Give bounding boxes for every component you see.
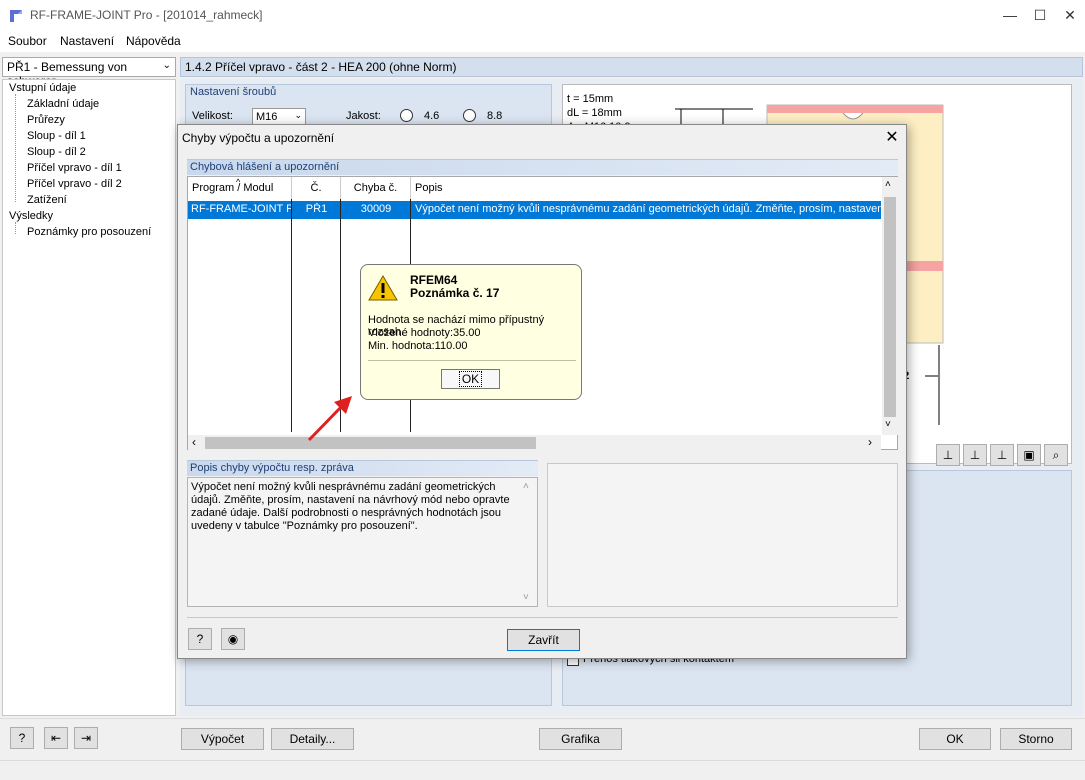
eye-icon[interactable]: ◉ — [221, 628, 245, 650]
cell-error: 30009 — [360, 203, 392, 215]
warning-balloon: RFEM64 Poznámka č. 17 Hodnota se nachází… — [360, 264, 582, 400]
cancel-button[interactable]: Storno — [1000, 728, 1072, 750]
vertical-scroll-thumb[interactable] — [884, 197, 896, 417]
tree-item-beam-right-1[interactable]: Příčel vpravo - díl 1 — [27, 162, 122, 174]
view-z-icon[interactable]: ⊥ — [990, 444, 1014, 466]
tree-item-column-1[interactable]: Sloup - díl 1 — [27, 130, 86, 142]
scroll-down-icon[interactable]: ˅ — [523, 592, 529, 603]
graphics-button[interactable]: Grafika — [539, 728, 622, 750]
balloon-entered-value: Vložené hodnoty:35.00 — [368, 327, 481, 339]
warning-icon — [368, 275, 398, 301]
column-header-number[interactable]: Č. — [292, 177, 341, 199]
balloon-ok-button[interactable]: OK — [441, 369, 500, 389]
cell-description: Výpočet není možný kvůli nesprávnému zad… — [415, 203, 881, 215]
dialog-close-button[interactable]: ✕ — [880, 127, 904, 149]
help-icon[interactable]: ? — [10, 727, 34, 749]
balloon-min-value: Min. hodnota:110.00 — [368, 340, 468, 352]
divider — [187, 617, 898, 618]
tree-item-input[interactable]: Vstupní údaje — [9, 82, 76, 94]
zoom-reset-icon[interactable]: ⌕ — [1044, 444, 1068, 466]
chevron-down-icon: ⌄ — [162, 60, 171, 71]
preview-hole-diameter: dL = 18mm — [567, 107, 622, 119]
app-icon — [10, 10, 22, 22]
bolt-size-label: Velikost: — [192, 110, 233, 122]
chevron-down-icon: ⌄ — [294, 110, 302, 120]
description-header: Popis chyby výpočtu resp. zpráva — [187, 460, 538, 476]
navigator-tree: Vstupní údaje Základní údaje Průřezy Slo… — [2, 79, 176, 716]
view-y-icon[interactable]: ⊥ — [963, 444, 987, 466]
scroll-right-icon[interactable]: › — [868, 435, 872, 449]
scroll-left-icon[interactable]: ‹ — [192, 435, 196, 449]
column-header-error[interactable]: Chyba č. — [341, 177, 411, 199]
status-bar — [0, 760, 1085, 780]
tree-item-results[interactable]: Výsledky — [9, 210, 53, 222]
scroll-up-icon[interactable]: ˄ — [885, 179, 891, 190]
description-box: Výpočet není možný kvůli nesprávnému zad… — [187, 477, 538, 607]
column-header-description[interactable]: Popis — [411, 177, 881, 199]
section-header: 1.4.2 Příčel vpravo - část 2 - HEA 200 (… — [180, 57, 1083, 77]
close-window-button[interactable]: ✕ — [1055, 4, 1085, 26]
errors-list-header: Chybová hlášení a upozornění — [187, 159, 898, 175]
sort-arrow-icon: ^ — [236, 177, 241, 187]
tree-item-basic-data[interactable]: Základní údaje — [27, 98, 99, 110]
bolt-settings-title: Nastavení šroubů — [190, 86, 277, 98]
tree-item-loads[interactable]: Zatížení — [27, 194, 67, 206]
red-arrow-icon — [307, 396, 352, 442]
tree-item-beam-right-2[interactable]: Příčel vpravo - díl 2 — [27, 178, 122, 190]
dialog-title: Chyby výpočtu a upozornění — [182, 131, 335, 145]
case-selector[interactable]: PŘ1 - Bemessung von schwerer ⌄ — [2, 57, 176, 88]
error-dialog: Chyby výpočtu a upozornění ✕ Chybová hlá… — [177, 124, 907, 659]
cell-number: PŘ1 — [305, 203, 328, 215]
balloon-subtitle: Poznámka č. 17 — [410, 286, 500, 300]
menu-file[interactable]: Soubor — [8, 34, 47, 48]
balloon-title: RFEM64 — [410, 273, 458, 287]
description-text: Výpočet není možný kvůli nesprávnému zad… — [191, 481, 510, 532]
view-iso-icon[interactable]: ▣ — [1017, 444, 1041, 466]
cell-program: RF-FRAME-JOINT Pr — [191, 203, 291, 215]
divider — [368, 360, 576, 361]
bolt-size-value: M16 — [256, 111, 278, 123]
menu-settings[interactable]: Nastavení — [60, 34, 114, 48]
tree-item-sections[interactable]: Průřezy — [27, 114, 65, 126]
tree-item-design-notes[interactable]: Poznámky pro posouzení — [27, 226, 151, 238]
scroll-up-icon[interactable]: ˄ — [523, 481, 529, 492]
scroll-down-icon[interactable]: ˅ — [885, 419, 891, 430]
preview-thickness: t = 15mm — [567, 93, 614, 105]
window-title: RF-FRAME-JOINT Pro - [201014_rahmeck] — [30, 8, 263, 22]
minimize-button[interactable]: — — [995, 4, 1025, 26]
menu-help[interactable]: Nápověda — [126, 34, 181, 48]
import-icon[interactable]: ⇤ — [44, 727, 68, 749]
dialog-close-action-button[interactable]: Zavřít — [507, 629, 580, 651]
quality-radio-8-8[interactable] — [463, 109, 476, 122]
tree-item-column-2[interactable]: Sloup - díl 2 — [27, 146, 86, 158]
details-button[interactable]: Detaily... — [271, 728, 354, 750]
ok-button[interactable]: OK — [919, 728, 991, 750]
export-icon[interactable]: ⇥ — [74, 727, 98, 749]
quality-label: Jakost: — [346, 110, 381, 122]
horizontal-scroll-thumb[interactable] — [205, 437, 536, 449]
view-x-icon[interactable]: ⊥ — [936, 444, 960, 466]
help-icon[interactable]: ? — [188, 628, 212, 650]
quality-radio-4-6[interactable] — [400, 109, 413, 122]
calculate-button[interactable]: Výpočet — [181, 728, 264, 750]
balloon-ok-label: OK — [458, 371, 483, 387]
message-detail-panel — [547, 463, 898, 607]
quality-option-8-8: 8.8 — [487, 110, 503, 122]
maximize-button[interactable]: ☐ — [1025, 4, 1055, 26]
quality-option-4-6: 4.6 — [424, 110, 440, 122]
